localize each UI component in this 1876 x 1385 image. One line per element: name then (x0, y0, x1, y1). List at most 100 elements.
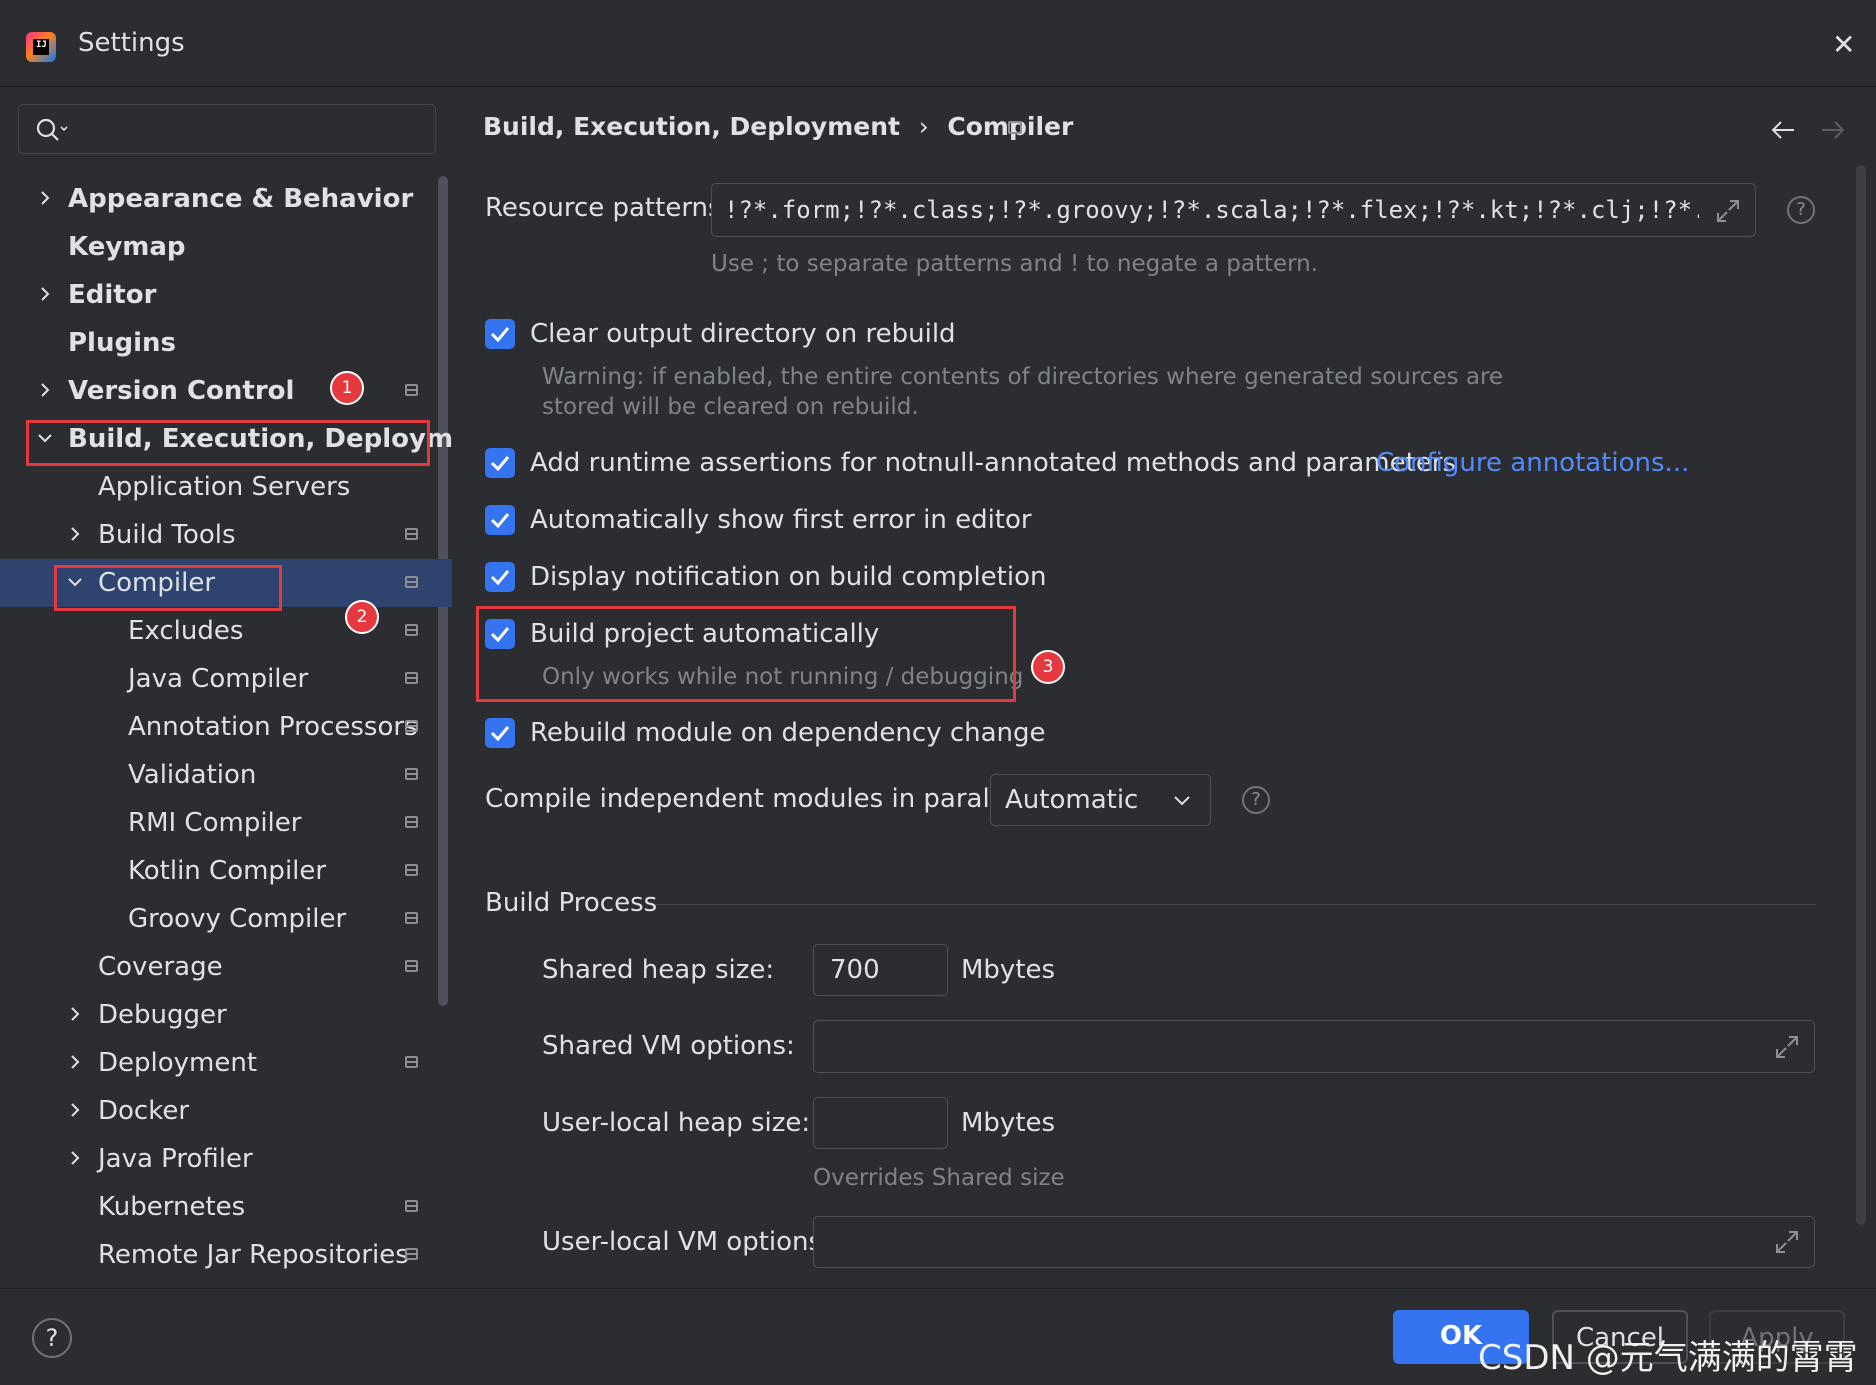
sidebar-item-label: Build Tools (98, 520, 236, 550)
sidebar-item-label: Keymap (68, 232, 186, 262)
parallel-compile-select[interactable]: Automatic (990, 774, 1211, 826)
project-level-icon (405, 528, 418, 540)
annotation-badge-1: 1 (330, 371, 364, 405)
chevron-right-icon[interactable] (66, 511, 86, 559)
user-heap-input[interactable] (813, 1097, 948, 1149)
runtime-assertions-checkbox[interactable] (485, 448, 515, 478)
shared-vm-input[interactable] (813, 1020, 1815, 1073)
user-vm-input[interactable] (813, 1216, 1815, 1268)
build-process-divider (656, 904, 1816, 905)
sidebar-item-label: Annotation Processors (128, 712, 418, 742)
sidebar-item-remote-jar-repositories[interactable]: Remote Jar Repositories (0, 1231, 452, 1279)
breadcrumb-parent[interactable]: Build, Execution, Deployment (483, 112, 900, 141)
sidebar-item-label: Excludes (128, 616, 244, 646)
check-icon (490, 513, 510, 529)
project-level-icon (405, 576, 418, 588)
sidebar-item-label: Editor (68, 280, 157, 310)
show-first-error-label[interactable]: Automatically show first error in editor (530, 505, 1032, 535)
resource-patterns-label: Resource patterns: (485, 193, 731, 223)
project-level-icon (405, 672, 418, 684)
user-vm-label: User-local VM options: (542, 1227, 831, 1257)
footer-help-icon[interactable]: ? (32, 1318, 72, 1358)
user-heap-hint: Overrides Shared size (813, 1165, 1065, 1191)
check-icon (490, 726, 510, 742)
build-process-section-title: Build Process (485, 888, 658, 918)
sidebar-item-build-tools[interactable]: Build Tools (0, 511, 452, 559)
user-heap-label: User-local heap size: (542, 1108, 811, 1138)
resource-patterns-help-icon[interactable]: ? (1787, 196, 1815, 224)
sidebar-item-validation[interactable]: Validation (0, 751, 452, 799)
sidebar-item-label: Deployment (98, 1048, 258, 1078)
chevron-right-icon[interactable] (36, 367, 56, 415)
rebuild-module-checkbox[interactable] (485, 718, 515, 748)
project-level-icon (405, 960, 418, 972)
chevron-right-icon[interactable] (66, 1039, 86, 1087)
sidebar-item-excludes[interactable]: Excludes (0, 607, 452, 655)
runtime-assertions-label[interactable]: Add runtime assertions for notnull-annot… (530, 448, 1456, 478)
sidebar-item-label: Groovy Compiler (128, 904, 347, 934)
sidebar-item-application-servers[interactable]: Application Servers (0, 463, 452, 511)
parallel-compile-value: Automatic (1005, 785, 1139, 815)
sidebar-item-version-control[interactable]: Version Control (0, 367, 452, 415)
sidebar-item-keymap[interactable]: Keymap (0, 223, 452, 271)
project-level-icon (405, 1200, 418, 1212)
shared-heap-input[interactable]: 700 (813, 944, 948, 996)
sidebar-item-label: Debugger (98, 1000, 227, 1030)
sidebar-item-kubernetes[interactable]: Kubernetes (0, 1183, 452, 1231)
sidebar-item-deployment[interactable]: Deployment (0, 1039, 452, 1087)
sidebar-item-label: Plugins (68, 328, 176, 358)
sidebar-item-appearance-behavior[interactable]: Appearance & Behavior (0, 175, 452, 223)
breadcrumb-separator: › (918, 112, 929, 141)
clear-output-label[interactable]: Clear output directory on rebuild (530, 319, 956, 349)
project-level-icon (405, 864, 418, 876)
resource-patterns-input[interactable]: !?*.form;!?*.class;!?*.groovy;!?*.scala;… (711, 183, 1756, 237)
sidebar-item-rmi-compiler[interactable]: RMI Compiler (0, 799, 452, 847)
chevron-right-icon[interactable] (66, 1087, 86, 1135)
pin-icon[interactable] (1008, 121, 1022, 134)
project-level-icon (405, 816, 418, 828)
display-notification-checkbox[interactable] (485, 562, 515, 592)
sidebar-item-annotation-processors[interactable]: Annotation Processors (0, 703, 452, 751)
sidebar-item-coverage[interactable]: Coverage (0, 943, 452, 991)
settings-search-input[interactable] (18, 104, 436, 154)
project-level-icon (405, 720, 418, 732)
expand-icon[interactable] (1774, 1229, 1800, 1255)
shared-heap-value: 700 (830, 955, 880, 985)
sidebar-item-docker[interactable]: Docker (0, 1087, 452, 1135)
search-icon (36, 118, 68, 141)
display-notification-label[interactable]: Display notification on build completion (530, 562, 1046, 592)
chevron-right-icon[interactable] (66, 1135, 86, 1183)
title-bar (0, 0, 1876, 87)
sidebar-item-java-compiler[interactable]: Java Compiler (0, 655, 452, 703)
expand-icon[interactable] (1715, 198, 1741, 224)
sidebar-item-debugger[interactable]: Debugger (0, 991, 452, 1039)
chevron-right-icon[interactable] (36, 175, 56, 223)
user-heap-unit: Mbytes (961, 1108, 1056, 1138)
forward-arrow-icon[interactable] (1820, 118, 1846, 142)
main-scrollbar[interactable] (1856, 165, 1866, 1225)
show-first-error-checkbox[interactable] (485, 505, 515, 535)
sidebar-item-groovy-compiler[interactable]: Groovy Compiler (0, 895, 452, 943)
annotation-badge-2: 2 (345, 600, 379, 634)
sidebar-item-java-profiler[interactable]: Java Profiler (0, 1135, 452, 1183)
sidebar-item-plugins[interactable]: Plugins (0, 319, 452, 367)
back-arrow-icon[interactable] (1770, 118, 1796, 142)
shared-heap-unit: Mbytes (961, 955, 1056, 985)
annotation-badge-3: 3 (1031, 650, 1065, 684)
expand-icon[interactable] (1774, 1034, 1800, 1060)
sidebar-item-label: Kubernetes (98, 1192, 246, 1222)
sidebar-item-label: Application Servers (98, 472, 351, 502)
shared-vm-label: Shared VM options: (542, 1031, 795, 1061)
close-icon[interactable]: ✕ (1832, 28, 1855, 61)
parallel-compile-help-icon[interactable]: ? (1242, 786, 1270, 814)
project-level-icon (405, 624, 418, 636)
chevron-right-icon[interactable] (36, 271, 56, 319)
sidebar-item-kotlin-compiler[interactable]: Kotlin Compiler (0, 847, 452, 895)
configure-annotations-link[interactable]: Configure annotations... (1376, 448, 1689, 478)
clear-output-checkbox[interactable] (485, 319, 515, 349)
rebuild-module-label[interactable]: Rebuild module on dependency change (530, 718, 1046, 748)
project-level-icon (405, 1056, 418, 1068)
chevron-right-icon[interactable] (66, 991, 86, 1039)
shared-heap-label: Shared heap size: (542, 955, 775, 985)
sidebar-item-editor[interactable]: Editor (0, 271, 452, 319)
